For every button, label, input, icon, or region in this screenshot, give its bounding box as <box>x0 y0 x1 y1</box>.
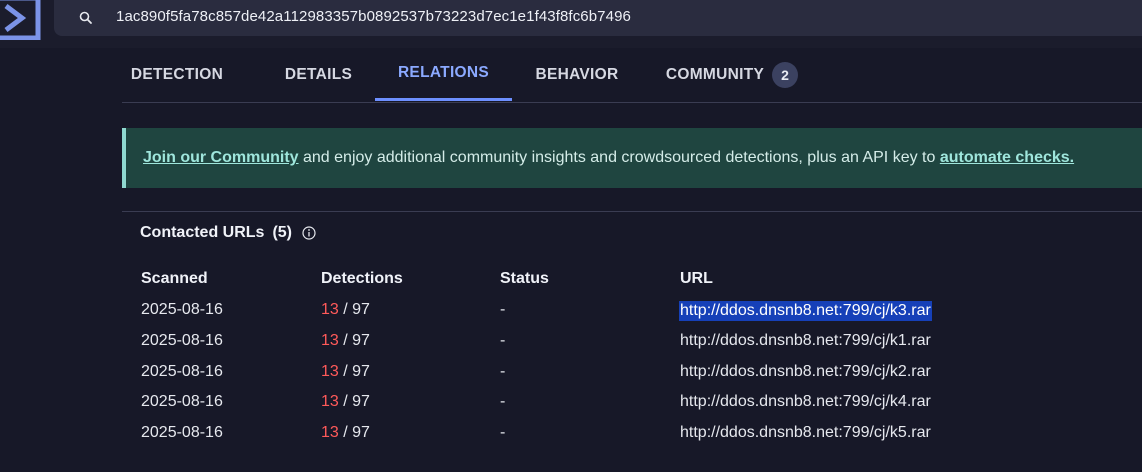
tab-bar: DETECTION DETAILS RELATIONS BEHAVIOR COM… <box>122 48 1142 103</box>
automate-checks-link[interactable]: automate checks. <box>940 149 1074 167</box>
tab-label: BEHAVIOR <box>535 65 619 83</box>
column-header-status[interactable]: Status <box>500 270 549 288</box>
community-banner: Join our Community and enjoy additional … <box>122 128 1142 188</box>
detections-total: / 97 <box>343 332 370 349</box>
scanned-date: 2025-08-16 <box>141 332 223 349</box>
scanned-date: 2025-08-16 <box>141 363 223 380</box>
contacted-urls-section: Contacted URLs (5) Scanned Detections St… <box>122 211 1142 472</box>
search-icon[interactable] <box>78 10 94 26</box>
detections-total: / 97 <box>343 363 370 380</box>
detections-count: 13 <box>321 363 339 380</box>
tab-community[interactable]: COMMUNITY 2 <box>657 48 807 101</box>
detections-cell: 13 / 97 <box>321 424 370 442</box>
tab-label: DETECTION <box>130 65 224 83</box>
table-row[interactable]: 2025-08-16 13 / 97 - http://ddos.dnsnb8.… <box>122 327 1142 357</box>
scanned-date: 2025-08-16 <box>141 424 223 441</box>
url-link[interactable]: http://ddos.dnsnb8.net:799/cj/k2.rar <box>680 363 931 381</box>
status-cell: - <box>500 301 506 318</box>
info-icon[interactable] <box>302 226 316 240</box>
detections-count: 13 <box>321 424 339 441</box>
column-header-url[interactable]: URL <box>680 270 713 288</box>
table-row[interactable]: 2025-08-16 13 / 97 - http://ddos.dnsnb8.… <box>122 358 1142 388</box>
tab-details[interactable]: DETAILS <box>267 48 370 101</box>
top-bar: 1ac890f5fa78c857de42a112983357b0892537b7… <box>0 0 1142 48</box>
detections-count: 13 <box>321 301 339 318</box>
tab-relations[interactable]: RELATIONS <box>375 48 512 101</box>
detections-count: 13 <box>321 332 339 349</box>
section-count: (5) <box>272 224 293 241</box>
tab-label: RELATIONS <box>397 64 490 81</box>
detections-cell: 13 / 97 <box>321 393 370 411</box>
banner-text: and enjoy additional community insights … <box>298 149 940 166</box>
search-input[interactable]: 1ac890f5fa78c857de42a112983357b0892537b7… <box>116 8 631 25</box>
virustotal-logo-icon[interactable] <box>0 0 44 40</box>
detections-total: / 97 <box>343 424 370 441</box>
tab-detection[interactable]: DETECTION <box>122 48 232 101</box>
status-cell: - <box>500 424 506 441</box>
detections-total: / 97 <box>343 301 370 318</box>
tab-behavior[interactable]: BEHAVIOR <box>517 48 637 101</box>
detections-cell: 13 / 97 <box>321 363 370 381</box>
status-cell: - <box>500 393 506 410</box>
column-header-detections[interactable]: Detections <box>321 270 403 288</box>
status-cell: - <box>500 332 506 349</box>
tab-label: DETAILS <box>284 65 353 83</box>
url-link[interactable]: http://ddos.dnsnb8.net:799/cj/k4.rar <box>680 393 931 411</box>
scanned-date: 2025-08-16 <box>141 393 223 410</box>
url-link[interactable]: http://ddos.dnsnb8.net:799/cj/k1.rar <box>680 332 931 350</box>
section-title-label: Contacted URLs <box>140 224 265 241</box>
table-row[interactable]: 2025-08-16 13 / 97 - http://ddos.dnsnb8.… <box>122 388 1142 418</box>
detections-total: / 97 <box>343 393 370 410</box>
column-header-scanned[interactable]: Scanned <box>141 270 208 288</box>
join-community-link[interactable]: Join our Community <box>143 149 299 167</box>
section-title: Contacted URLs (5) <box>140 224 316 242</box>
community-count-badge: 2 <box>772 61 799 88</box>
table-row[interactable]: 2025-08-16 13 / 97 - http://ddos.dnsnb8.… <box>122 296 1142 326</box>
detections-count: 13 <box>321 393 339 410</box>
tab-label: COMMUNITY <box>665 65 765 83</box>
url-link[interactable]: http://ddos.dnsnb8.net:799/cj/k5.rar <box>680 424 931 442</box>
search-bar[interactable]: 1ac890f5fa78c857de42a112983357b0892537b7… <box>54 0 1142 36</box>
detections-cell: 13 / 97 <box>321 301 370 319</box>
url-link[interactable]: http://ddos.dnsnb8.net:799/cj/k3.rar <box>679 301 932 321</box>
table-row[interactable]: 2025-08-16 13 / 97 - http://ddos.dnsnb8.… <box>122 419 1142 449</box>
status-cell: - <box>500 363 506 380</box>
scanned-date: 2025-08-16 <box>141 301 223 318</box>
detections-cell: 13 / 97 <box>321 332 370 350</box>
